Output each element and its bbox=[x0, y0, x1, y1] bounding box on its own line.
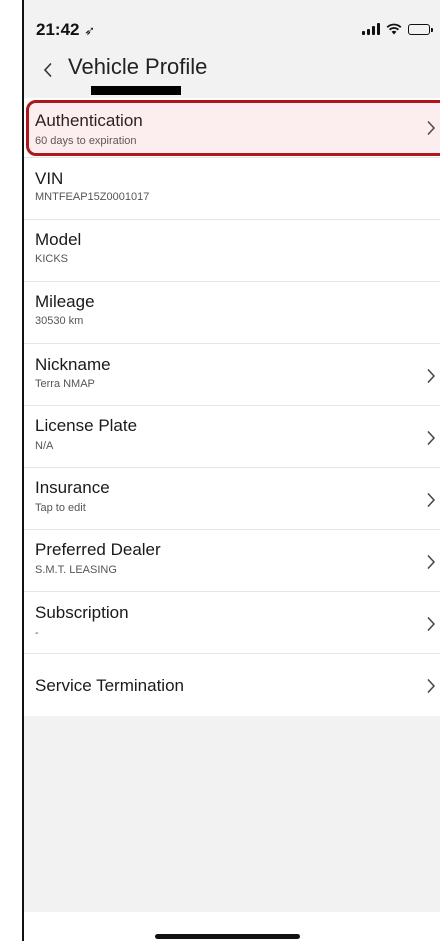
phone-screen: 21:42 ➶ Vehicle Profile Authentication 6… bbox=[22, 0, 440, 941]
vehicle-profile-list: Authentication 60 days to expiration VIN… bbox=[24, 98, 440, 716]
wifi-icon bbox=[386, 23, 402, 35]
chevron-right-icon bbox=[427, 554, 436, 570]
list-item-insurance[interactable]: Insurance Tap to edit bbox=[24, 468, 440, 530]
item-subtitle: 60 days to expiration bbox=[35, 135, 137, 147]
item-title: Insurance bbox=[35, 478, 110, 497]
chevron-right-icon bbox=[427, 492, 436, 508]
item-title: Authentication bbox=[35, 111, 143, 130]
item-subtitle: S.M.T. LEASING bbox=[35, 564, 117, 576]
page-title: Vehicle Profile bbox=[68, 54, 208, 79]
list-item-subscription[interactable]: Subscription - bbox=[24, 592, 440, 654]
item-subtitle: Terra NMAP bbox=[35, 378, 95, 390]
list-item-service-termination[interactable]: Service Termination bbox=[24, 654, 440, 716]
signal-icon bbox=[362, 23, 380, 35]
item-title: Model bbox=[35, 230, 82, 249]
item-title: Subscription bbox=[35, 603, 129, 622]
list-item-model: Model KICKS bbox=[24, 220, 440, 282]
chevron-right-icon bbox=[427, 678, 436, 694]
item-subtitle: KICKS bbox=[35, 253, 69, 265]
nav-header: Vehicle Profile bbox=[24, 48, 440, 98]
item-title: Preferred Dealer bbox=[35, 540, 161, 559]
item-subtitle: - bbox=[35, 627, 39, 639]
list-item-nickname[interactable]: Nickname Terra NMAP bbox=[24, 344, 440, 406]
status-time: 21:42 ➶ bbox=[36, 20, 96, 39]
item-subtitle: N/A bbox=[35, 440, 54, 452]
redaction-bar bbox=[91, 86, 181, 95]
status-icons bbox=[362, 22, 433, 36]
chevron-right-icon bbox=[427, 120, 436, 136]
chevron-left-icon bbox=[43, 62, 52, 78]
item-title: Mileage bbox=[35, 292, 95, 311]
item-title: License Plate bbox=[35, 416, 138, 435]
chevron-right-icon bbox=[427, 368, 436, 384]
item-subtitle: MNTFEAP15Z0001017 bbox=[35, 191, 150, 203]
list-item-license-plate[interactable]: License Plate N/A bbox=[24, 406, 440, 468]
item-subtitle: Tap to edit bbox=[35, 502, 86, 514]
list-item-preferred-dealer[interactable]: Preferred Dealer S.M.T. LEASING bbox=[24, 530, 440, 592]
battery-icon bbox=[408, 23, 433, 35]
chevron-right-icon bbox=[427, 616, 436, 632]
item-subtitle: 30530 km bbox=[35, 315, 84, 327]
item-title: Nickname bbox=[35, 355, 111, 374]
item-title: Service Termination bbox=[35, 676, 184, 695]
list-item-vin: VIN MNTFEAP15Z0001017 bbox=[24, 158, 440, 220]
chevron-right-icon bbox=[427, 430, 436, 446]
list-item-authentication[interactable]: Authentication 60 days to expiration bbox=[24, 98, 440, 158]
item-title: VIN bbox=[35, 169, 64, 188]
home-indicator[interactable] bbox=[155, 934, 300, 939]
status-bar: 21:42 ➶ bbox=[24, 0, 440, 48]
back-button[interactable] bbox=[34, 54, 62, 86]
list-item-mileage: Mileage 30530 km bbox=[24, 282, 440, 344]
